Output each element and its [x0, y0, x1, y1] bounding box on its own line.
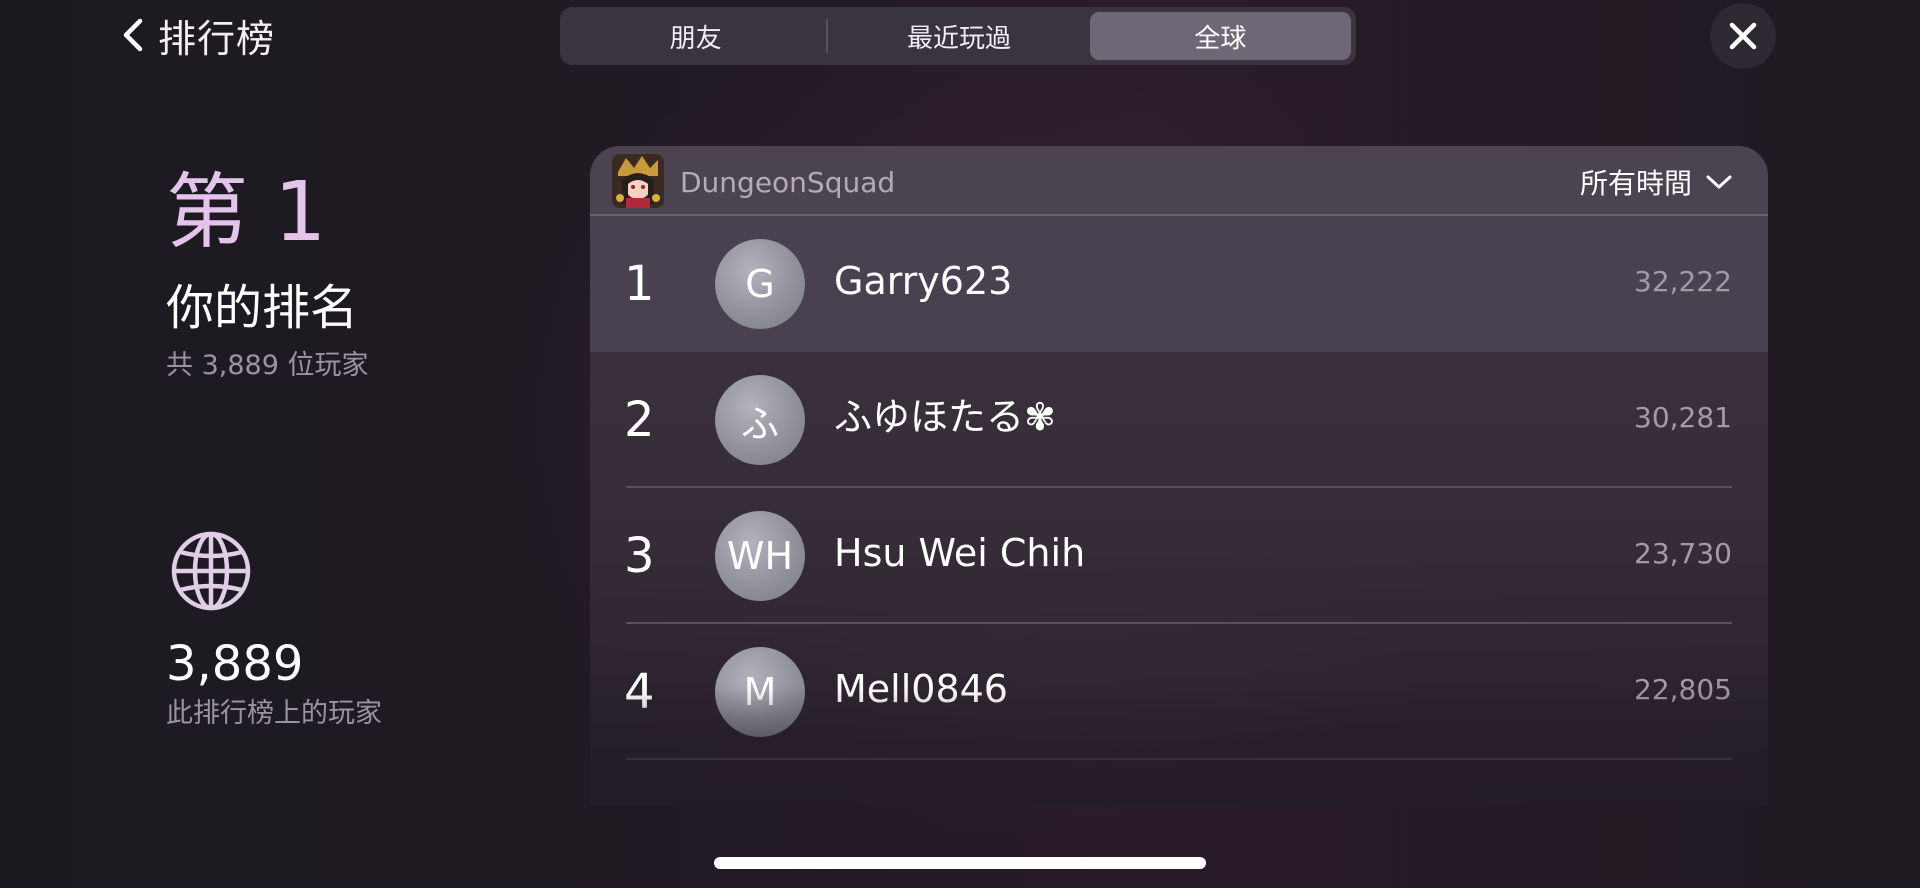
time-filter-label: 所有時間 — [1579, 167, 1692, 200]
player-name: Hsu Wei Chih — [834, 531, 1086, 575]
row-rank: 3 — [624, 528, 655, 584]
player-score: 30,281 — [1634, 401, 1732, 434]
row-rank: 1 — [624, 256, 655, 312]
tab-recently-played-label: 最近玩過 — [906, 23, 1011, 54]
my-rank-title: 你的排名 — [166, 280, 359, 336]
my-rank-subtitle: 共 3,889 位玩家 — [166, 350, 369, 381]
close-icon — [1729, 22, 1757, 50]
time-filter-dropdown[interactable]: 所有時間 — [1580, 162, 1732, 202]
leaderboard-row[interactable]: 2 ふ ふゆほたる✾ 30,281 — [590, 352, 1768, 488]
tab-recently-played[interactable]: 最近玩過 — [828, 12, 1089, 60]
avatar: G — [715, 239, 805, 329]
leaderboard-list: 1 G Garry623 32,222 2 ふ ふゆほたる✾ 30,281 3 … — [590, 216, 1768, 760]
scope-segmented-control: 朋友 最近玩過 全球 — [560, 7, 1356, 65]
leaderboard-row[interactable]: 1 G Garry623 32,222 — [590, 216, 1768, 352]
leaderboard-row[interactable]: 4 M Mell0846 22,805 — [590, 624, 1768, 760]
chevron-left-icon — [123, 18, 143, 52]
close-button[interactable] — [1710, 3, 1776, 69]
row-rank: 2 — [624, 392, 655, 448]
home-indicator[interactable] — [714, 857, 1206, 869]
player-score: 23,730 — [1634, 537, 1732, 570]
tab-friends[interactable]: 朋友 — [565, 12, 826, 60]
tab-friends-label: 朋友 — [669, 23, 722, 54]
players-label: 此排行榜上的玩家 — [166, 698, 382, 729]
back-button[interactable]: 排行榜 — [120, 10, 276, 61]
player-name: Mell0846 — [834, 667, 1008, 711]
tab-global[interactable]: 全球 — [1089, 12, 1351, 60]
players-count: 3,889 — [166, 636, 304, 692]
player-name: ふゆほたる✾ — [834, 395, 1056, 439]
avatar: ふ — [715, 375, 805, 465]
chevron-down-icon — [1706, 175, 1732, 189]
globe-icon — [171, 531, 251, 611]
row-rank: 4 — [624, 664, 655, 720]
player-score: 22,805 — [1634, 673, 1732, 706]
row-divider — [626, 758, 1732, 760]
leaderboard-row[interactable]: 3 WH Hsu Wei Chih 23,730 — [590, 488, 1768, 624]
my-rank-number: 第 1 — [166, 165, 327, 260]
leaderboard-card: DungeonSquad 所有時間 1 G Garry623 32,222 2 … — [590, 146, 1768, 806]
leaderboard-screen: 排行榜 朋友 最近玩過 全球 第 1 你的排名 共 3,889 位玩家 3,88… — [0, 0, 1920, 888]
back-label: 排行榜 — [158, 16, 276, 61]
leaderboard-header: DungeonSquad 所有時間 — [590, 146, 1768, 216]
game-name: DungeonSquad — [680, 166, 896, 199]
game-icon — [612, 154, 664, 208]
avatar: M — [715, 647, 805, 737]
player-name: Garry623 — [834, 259, 1013, 303]
tab-global-label: 全球 — [1194, 23, 1247, 54]
avatar: WH — [715, 511, 805, 601]
player-score: 32,222 — [1634, 265, 1732, 298]
